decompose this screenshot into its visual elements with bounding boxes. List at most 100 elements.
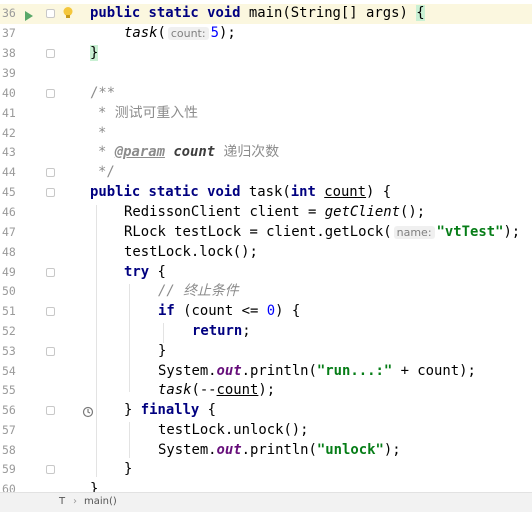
line-number: 60	[2, 482, 16, 492]
line-number: 56	[2, 403, 16, 417]
code-line-49[interactable]: 49 try {	[0, 263, 532, 283]
fold-marker[interactable]	[46, 188, 55, 197]
breadcrumb-separator: ›	[73, 496, 77, 507]
condition: (count <=	[183, 303, 259, 319]
class-ref: System.	[158, 363, 217, 379]
static-field: out	[216, 442, 242, 458]
paren: (	[157, 25, 166, 41]
method-signature: main(String[] args)	[248, 5, 408, 21]
fold-marker[interactable]	[46, 268, 55, 277]
doc-comment: * 测试可重入性	[98, 105, 199, 121]
line-number: 57	[2, 423, 16, 437]
doc-comment: */	[98, 164, 115, 180]
operator: (--	[191, 382, 217, 398]
line-number: 36	[2, 6, 16, 20]
line-number: 44	[2, 165, 16, 179]
code-line-60[interactable]: 60 }	[0, 480, 532, 492]
method-call: task	[158, 382, 192, 398]
code-line-48[interactable]: 48 testLock.lock();	[0, 243, 532, 263]
code-line-55[interactable]: 55 task(--count);	[0, 381, 532, 418]
semicolon: ;	[242, 323, 251, 339]
doc-comment: *	[98, 144, 107, 160]
fold-marker[interactable]	[46, 168, 55, 177]
code-line-37[interactable]: 37 task(count: 5);	[0, 24, 532, 44]
fold-marker[interactable]	[46, 307, 55, 316]
brace: {	[207, 402, 217, 418]
line-number: 55	[2, 383, 16, 397]
brace: ) {	[275, 303, 301, 319]
line-number: 39	[2, 66, 16, 80]
javadoc-tag: @param	[114, 144, 165, 160]
line-number: 49	[2, 265, 16, 279]
code-line-38[interactable]: 38 }	[0, 44, 532, 64]
code-line-52[interactable]: 52 return;	[0, 322, 532, 342]
parameter-hint: count:	[167, 27, 209, 40]
brace: }	[158, 343, 167, 359]
code-editor[interactable]: 36 public static void main(String[] args…	[0, 0, 532, 492]
matched-brace: {	[416, 5, 425, 21]
method-call: .println(	[241, 363, 317, 379]
code-line-36[interactable]: 36 public static void main(String[] args…	[0, 4, 532, 24]
fold-marker[interactable]	[46, 89, 55, 98]
line-number: 59	[2, 462, 16, 476]
fold-marker[interactable]	[46, 9, 55, 18]
paren: );	[503, 224, 521, 240]
method-name: task(	[248, 184, 291, 200]
paren: ();	[400, 204, 426, 220]
line-number: 38	[2, 46, 16, 60]
code-line-40[interactable]: 40 /**	[0, 84, 532, 104]
code-line-53[interactable]: 53 }	[0, 342, 532, 362]
method-call: task	[124, 25, 158, 41]
fold-marker[interactable]	[46, 406, 55, 415]
brace: }	[90, 481, 99, 492]
code-line-50[interactable]: 50 // 终止条件	[0, 282, 532, 302]
doc-comment: *	[98, 125, 107, 141]
expression: + count);	[400, 363, 476, 379]
code-line-45[interactable]: 45 public static void task(int count) {	[0, 183, 532, 203]
code-line-47[interactable]: 47 RLock testLock = client.getLock(name:…	[0, 223, 532, 243]
line-number: 42	[2, 126, 16, 140]
line-number: 43	[2, 145, 16, 159]
brace: {	[157, 264, 166, 280]
code-line-44[interactable]: 44 */	[0, 163, 532, 183]
fold-marker[interactable]	[46, 49, 55, 58]
code-line-54[interactable]: 54 System.out.println("run...:" + count)…	[0, 362, 532, 382]
code-line-43[interactable]: 43 * @param count 递归次数	[0, 143, 532, 163]
fold-marker[interactable]	[46, 465, 55, 474]
string-literal: "unlock"	[316, 442, 384, 458]
matched-brace: }	[90, 45, 99, 61]
line-number: 50	[2, 284, 16, 298]
string-literal: "vtTest"	[436, 224, 504, 240]
line-number: 53	[2, 344, 16, 358]
run-arrow-icon[interactable]	[24, 7, 34, 26]
code-line-57[interactable]: 57 testLock.unlock();	[0, 421, 532, 441]
code-line-56[interactable]: 56 } finally {	[0, 401, 532, 421]
parameter: count	[324, 184, 367, 200]
line-number: 40	[2, 86, 16, 100]
keyword: try	[124, 264, 150, 280]
parameter: count	[216, 382, 259, 398]
fold-marker[interactable]	[46, 347, 55, 356]
line-number: 45	[2, 185, 16, 199]
code-line-58[interactable]: 58 System.out.println("unlock");	[0, 441, 532, 461]
number-literal: 0	[266, 303, 276, 319]
line-number: 41	[2, 106, 16, 120]
breadcrumb-method[interactable]: main()	[84, 496, 117, 507]
javadoc-param: count	[173, 144, 216, 160]
brace: }	[124, 402, 133, 418]
code-line-41[interactable]: 41 * 测试可重入性	[0, 104, 532, 124]
line-number: 48	[2, 245, 16, 259]
declaration: RedissonClient client =	[124, 204, 317, 220]
paren: );	[218, 25, 236, 41]
lightbulb-icon[interactable]	[62, 5, 74, 24]
paren: ) {	[366, 184, 392, 200]
brace: }	[124, 461, 133, 477]
code-line-51[interactable]: 51 if (count <= 0) {	[0, 302, 532, 322]
code-line-59[interactable]: 59 }	[0, 460, 532, 480]
code-line-39[interactable]: 39	[0, 64, 532, 84]
line-comment: // 终止条件	[158, 283, 239, 299]
breadcrumb-class[interactable]: T	[59, 496, 65, 507]
code-line-46[interactable]: 46 RedissonClient client = getClient();	[0, 203, 532, 223]
code-line-42[interactable]: 42 *	[0, 124, 532, 144]
keyword: public static void	[90, 184, 241, 200]
